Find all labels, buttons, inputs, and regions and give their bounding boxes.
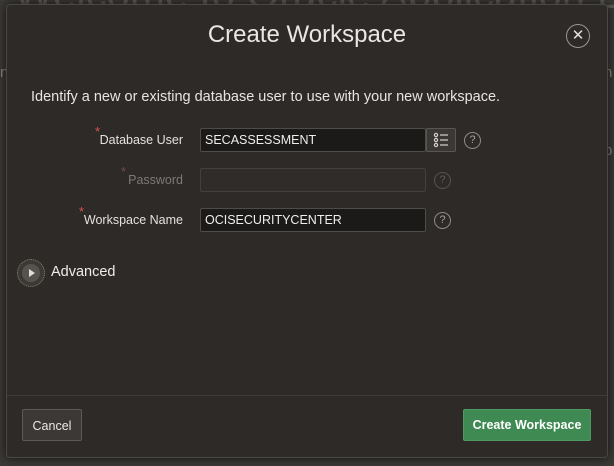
cancel-button[interactable]: Cancel (22, 409, 82, 441)
expand-toggle-button[interactable] (17, 259, 45, 287)
play-icon (22, 264, 40, 282)
advanced-label: Advanced (51, 264, 116, 280)
required-indicator: * (121, 164, 127, 179)
list-icon (433, 132, 448, 148)
advanced-region-toggle[interactable]: Advanced (17, 259, 157, 289)
database-user-input[interactable] (200, 128, 426, 152)
password-row: * Password ? (7, 164, 607, 194)
database-user-help-icon[interactable]: ? (464, 132, 481, 149)
close-button[interactable]: ✕ (566, 24, 590, 48)
workspace-name-label: Workspace Name (83, 213, 183, 227)
password-input (200, 168, 426, 192)
dialog-intro-text: Identify a new or existing database user… (31, 89, 501, 105)
create-workspace-dialog: Create Workspace ✕ Identify a new or exi… (6, 4, 608, 458)
password-label: Password (128, 173, 183, 187)
create-workspace-button[interactable]: Create Workspace (463, 409, 591, 441)
workspace-name-help-icon[interactable]: ? (434, 212, 451, 229)
password-help-icon: ? (434, 172, 451, 189)
dialog-footer: Cancel Create Workspace (7, 395, 607, 458)
workspace-name-input[interactable] (200, 208, 426, 232)
workspace-name-row: * Workspace Name ? (7, 204, 607, 234)
database-user-list-button[interactable] (426, 128, 456, 152)
database-user-label: Database User (99, 133, 183, 147)
dialog-titlebar: Create Workspace ✕ (7, 5, 607, 61)
database-user-row: * Database User ? (7, 124, 607, 154)
dialog-title: Create Workspace (207, 21, 407, 48)
close-icon: ✕ (571, 27, 585, 44)
